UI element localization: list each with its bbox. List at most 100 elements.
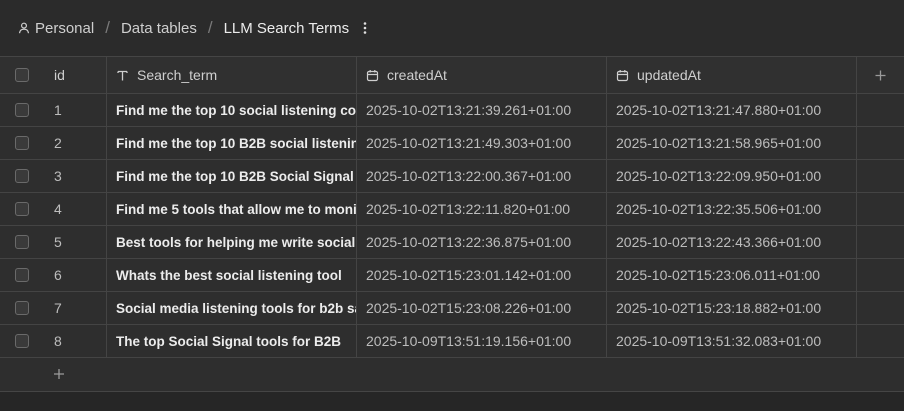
id-cell[interactable]: 7: [44, 292, 107, 324]
updated-at-value: 2025-10-02T15:23:06.011+01:00: [616, 267, 821, 283]
updated-at-cell[interactable]: 2025-10-02T15:23:18.882+01:00: [607, 292, 857, 324]
updated-at-cell[interactable]: 2025-10-02T13:22:43.366+01:00: [607, 226, 857, 258]
row-spacer-cell: [857, 94, 904, 126]
updated-at-value: 2025-10-09T13:51:32.083+01:00: [616, 333, 822, 349]
column-header-label: id: [54, 67, 65, 83]
id-cell[interactable]: 3: [44, 160, 107, 192]
table-row[interactable]: 2 Find me the top 10 B2B social listenin…: [0, 127, 904, 160]
text-type-icon: [117, 70, 128, 80]
search-term-cell[interactable]: Find me the top 10 B2B social listening …: [107, 127, 357, 159]
row-spacer-cell: [857, 259, 904, 291]
id-value: 1: [54, 102, 62, 118]
search-term-cell[interactable]: Whats the best social listening tool: [107, 259, 357, 291]
created-at-value: 2025-10-02T15:23:08.226+01:00: [366, 300, 572, 316]
updated-at-value: 2025-10-02T13:22:09.950+01:00: [616, 168, 822, 184]
updated-at-cell[interactable]: 2025-10-02T13:22:09.950+01:00: [607, 160, 857, 192]
created-at-value: 2025-10-02T13:22:36.875+01:00: [366, 234, 572, 250]
row-checkbox[interactable]: [15, 202, 29, 216]
select-all-checkbox[interactable]: [15, 68, 29, 82]
add-column-button[interactable]: [857, 57, 904, 93]
updated-at-value: 2025-10-02T13:22:35.506+01:00: [616, 201, 822, 217]
updated-at-cell[interactable]: 2025-10-02T15:23:06.011+01:00: [607, 259, 857, 291]
table-row[interactable]: 8 The top Social Signal tools for B2B 20…: [0, 325, 904, 358]
column-header-created-at[interactable]: createdAt: [357, 57, 607, 93]
row-checkbox[interactable]: [15, 235, 29, 249]
created-at-value: 2025-10-09T13:51:19.156+01:00: [366, 333, 572, 349]
created-at-cell[interactable]: 2025-10-02T13:21:49.303+01:00: [357, 127, 607, 159]
column-header-id[interactable]: id: [44, 57, 107, 93]
id-cell[interactable]: 1: [44, 94, 107, 126]
created-at-cell[interactable]: 2025-10-02T13:21:39.261+01:00: [357, 94, 607, 126]
table-header-row: id Search_term createdAt updatedAt: [0, 57, 904, 94]
row-checkbox[interactable]: [15, 103, 29, 117]
search-term-cell[interactable]: Find me the top 10 social listening comp: [107, 94, 357, 126]
row-checkbox[interactable]: [15, 268, 29, 282]
search-term-value: Whats the best social listening tool: [116, 267, 342, 283]
breadcrumb-data-tables-label: Data tables: [120, 19, 197, 37]
search-term-value: Find me the top 10 B2B Social Signal toc: [116, 168, 357, 184]
column-header-updated-at[interactable]: updatedAt: [607, 57, 857, 93]
created-at-cell[interactable]: 2025-10-02T13:22:11.820+01:00: [357, 193, 607, 225]
created-at-cell[interactable]: 2025-10-09T13:51:19.156+01:00: [357, 325, 607, 357]
row-checkbox[interactable]: [15, 136, 29, 150]
table-row[interactable]: 4 Find me 5 tools that allow me to monit…: [0, 193, 904, 226]
search-term-cell[interactable]: The top Social Signal tools for B2B: [107, 325, 357, 357]
footer-bar: [0, 392, 904, 411]
created-at-cell[interactable]: 2025-10-02T13:22:36.875+01:00: [357, 226, 607, 258]
more-options-icon[interactable]: [359, 20, 371, 36]
table-row[interactable]: 3 Find me the top 10 B2B Social Signal t…: [0, 160, 904, 193]
id-value: 8: [54, 333, 62, 349]
updated-at-cell[interactable]: 2025-10-02T13:21:47.880+01:00: [607, 94, 857, 126]
id-cell[interactable]: 4: [44, 193, 107, 225]
row-select-cell: [0, 259, 44, 291]
search-term-cell[interactable]: Best tools for helping me write social m: [107, 226, 357, 258]
table-row[interactable]: 7 Social media listening tools for b2b s…: [0, 292, 904, 325]
created-at-cell[interactable]: 2025-10-02T13:22:00.367+01:00: [357, 160, 607, 192]
search-term-cell[interactable]: Find me 5 tools that allow me to monito: [107, 193, 357, 225]
row-checkbox[interactable]: [15, 169, 29, 183]
search-term-cell[interactable]: Social media listening tools for b2b saa: [107, 292, 357, 324]
breadcrumb-current-table[interactable]: LLM Search Terms: [224, 20, 350, 37]
updated-at-cell[interactable]: 2025-10-09T13:51:32.083+01:00: [607, 325, 857, 357]
row-select-cell: [0, 325, 44, 357]
search-term-value: Find me 5 tools that allow me to monito: [116, 201, 357, 217]
table-row[interactable]: 1 Find me the top 10 social listening co…: [0, 94, 904, 127]
row-checkbox[interactable]: [15, 301, 29, 315]
id-cell[interactable]: 5: [44, 226, 107, 258]
search-term-value: Social media listening tools for b2b saa: [116, 300, 357, 316]
row-spacer-cell: [857, 292, 904, 324]
row-select-cell: [0, 160, 44, 192]
table-row[interactable]: 5 Best tools for helping me write social…: [0, 226, 904, 259]
search-term-cell[interactable]: Find me the top 10 B2B Social Signal toc: [107, 160, 357, 192]
updated-at-cell[interactable]: 2025-10-02T13:21:58.965+01:00: [607, 127, 857, 159]
id-cell[interactable]: 6: [44, 259, 107, 291]
id-value: 2: [54, 135, 62, 151]
created-at-cell[interactable]: 2025-10-02T15:23:08.226+01:00: [357, 292, 607, 324]
id-cell[interactable]: 8: [44, 325, 107, 357]
id-value: 5: [54, 234, 62, 250]
created-at-value: 2025-10-02T13:21:49.303+01:00: [366, 135, 572, 151]
table-row[interactable]: 6 Whats the best social listening tool 2…: [0, 259, 904, 292]
row-spacer-cell: [857, 226, 904, 258]
breadcrumb-separator: /: [207, 18, 213, 37]
breadcrumb-data-tables[interactable]: Data tables: [121, 20, 197, 37]
calendar-icon: [616, 69, 629, 81]
breadcrumb-personal[interactable]: Personal: [18, 20, 94, 37]
created-at-value: 2025-10-02T13:22:11.820+01:00: [366, 201, 571, 217]
row-select-cell: [0, 94, 44, 126]
column-header-search-term[interactable]: Search_term: [107, 57, 357, 93]
created-at-value: 2025-10-02T13:21:39.261+01:00: [366, 102, 572, 118]
updated-at-value: 2025-10-02T13:21:58.965+01:00: [616, 135, 822, 151]
row-checkbox[interactable]: [15, 334, 29, 348]
column-header-label: createdAt: [387, 67, 447, 83]
calendar-icon: [366, 69, 379, 81]
add-row-button[interactable]: [52, 367, 66, 381]
id-value: 4: [54, 201, 62, 217]
add-row-area: [0, 357, 904, 391]
created-at-cell[interactable]: 2025-10-02T15:23:01.142+01:00: [357, 259, 607, 291]
updated-at-cell[interactable]: 2025-10-02T13:22:35.506+01:00: [607, 193, 857, 225]
id-value: 3: [54, 168, 62, 184]
id-cell[interactable]: 2: [44, 127, 107, 159]
row-spacer-cell: [857, 193, 904, 225]
search-term-value: Best tools for helping me write social m: [116, 234, 357, 250]
